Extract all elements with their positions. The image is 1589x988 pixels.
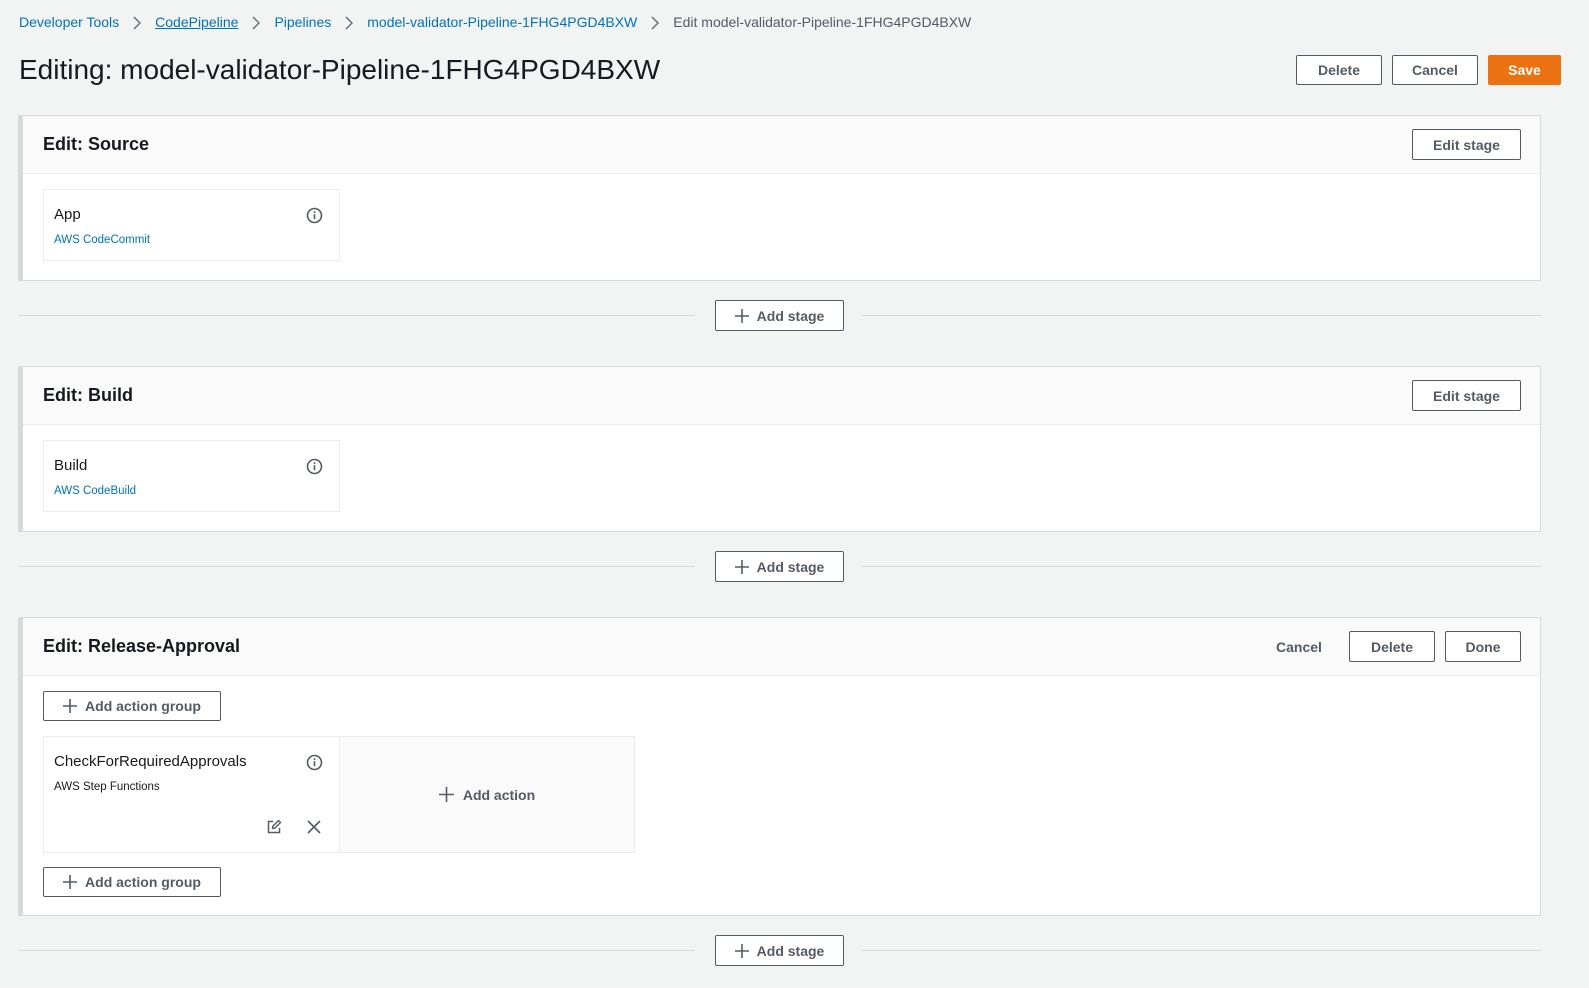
action-name: Build	[54, 457, 88, 474]
plus-icon	[734, 308, 749, 323]
close-icon[interactable]	[304, 817, 324, 837]
divider-line	[18, 315, 695, 316]
stage-header: Edit: Source Edit stage	[23, 116, 1540, 174]
plus-icon	[63, 875, 78, 889]
action-card: CheckForRequiredApprovals AWS Step Funct…	[43, 736, 340, 853]
breadcrumb-codepipeline[interactable]: CodePipeline	[155, 14, 238, 30]
stage-header: Edit: Build Edit stage	[23, 367, 1540, 425]
add-stage-button[interactable]: Add stage	[715, 300, 844, 331]
stage-header-actions: Cancel Delete Done	[1259, 631, 1521, 662]
stage-title: Edit: Release-Approval	[43, 636, 241, 656]
plus-icon	[63, 699, 78, 713]
add-stage-button[interactable]: Add stage	[715, 935, 844, 966]
add-stage-row: Add stage	[18, 300, 1541, 331]
add-action-group-label: Add action group	[85, 874, 201, 890]
info-icon[interactable]	[306, 207, 323, 224]
add-action-group-button[interactable]: Add action group	[43, 691, 221, 721]
stage-build: Edit: Build Edit stage Build AWS CodeBui…	[18, 366, 1541, 532]
edit-stage-button[interactable]: Edit stage	[1412, 129, 1521, 160]
done-button[interactable]: Done	[1445, 631, 1521, 662]
add-action-group-button[interactable]: Add action group	[43, 867, 221, 897]
chevron-right-icon	[645, 14, 665, 30]
divider-line	[862, 315, 1541, 316]
cancel-stage-button[interactable]: Cancel	[1259, 631, 1339, 662]
plus-icon	[734, 559, 749, 574]
breadcrumb-pipeline[interactable]: model-validator-Pipeline-1FHG4PGD4BXW	[367, 14, 637, 30]
info-icon[interactable]	[306, 458, 323, 475]
action-name: App	[54, 206, 81, 223]
add-stage-label: Add stage	[756, 942, 825, 959]
info-icon[interactable]	[306, 754, 323, 771]
stage-source: Edit: Source Edit stage App AWS CodeComm…	[18, 115, 1541, 281]
delete-pipeline-button[interactable]: Delete	[1296, 55, 1382, 85]
plus-icon	[734, 943, 749, 958]
stage-release-approval: Edit: Release-Approval Cancel Delete Don…	[18, 617, 1541, 916]
divider-line	[862, 566, 1541, 567]
action-provider-link[interactable]: AWS CodeBuild	[54, 485, 136, 497]
page-actions: Delete Cancel Save	[1296, 55, 1561, 85]
chevron-right-icon	[246, 14, 266, 30]
add-stage-label: Add stage	[756, 558, 825, 575]
chevron-right-icon	[339, 14, 359, 30]
cancel-button[interactable]: Cancel	[1392, 55, 1478, 85]
breadcrumb-developer-tools[interactable]: Developer Tools	[19, 14, 119, 30]
action-card: Build AWS CodeBuild	[43, 440, 340, 512]
edit-icon[interactable]	[264, 817, 284, 837]
divider-line	[18, 950, 695, 951]
action-provider-link[interactable]: AWS CodeCommit	[54, 234, 150, 246]
breadcrumb-current: Edit model-validator-Pipeline-1FHG4PGD4B…	[673, 14, 972, 30]
divider-line	[862, 950, 1541, 951]
chevron-right-icon	[127, 14, 147, 30]
action-provider: AWS Step Functions	[54, 781, 160, 793]
stage-header: Edit: Release-Approval Cancel Delete Don…	[23, 618, 1540, 676]
save-button[interactable]: Save	[1488, 55, 1561, 85]
add-action-button[interactable]: Add action	[339, 736, 635, 853]
plus-icon	[438, 787, 454, 802]
edit-stage-button[interactable]: Edit stage	[1412, 380, 1521, 411]
divider-line	[18, 566, 695, 567]
add-stage-row: Add stage	[18, 935, 1541, 966]
add-stage-label: Add stage	[756, 307, 825, 324]
delete-stage-button[interactable]: Delete	[1349, 631, 1435, 662]
breadcrumb-pipelines[interactable]: Pipelines	[274, 14, 331, 30]
stage-title: Edit: Source	[43, 134, 150, 154]
breadcrumb: Developer Tools CodePipeline Pipelines m…	[19, 12, 971, 32]
add-stage-button[interactable]: Add stage	[715, 551, 844, 582]
page-title: Editing: model-validator-Pipeline-1FHG4P…	[19, 54, 661, 85]
action-card: App AWS CodeCommit	[43, 189, 340, 261]
add-action-group-label: Add action group	[85, 698, 201, 714]
add-stage-row: Add stage	[18, 551, 1541, 582]
stage-title: Edit: Build	[43, 385, 133, 405]
action-name: CheckForRequiredApprovals	[54, 753, 247, 770]
stage-header-actions: Edit stage	[1412, 380, 1521, 411]
stage-header-actions: Edit stage	[1412, 129, 1521, 160]
add-action-label: Add action	[462, 786, 536, 803]
